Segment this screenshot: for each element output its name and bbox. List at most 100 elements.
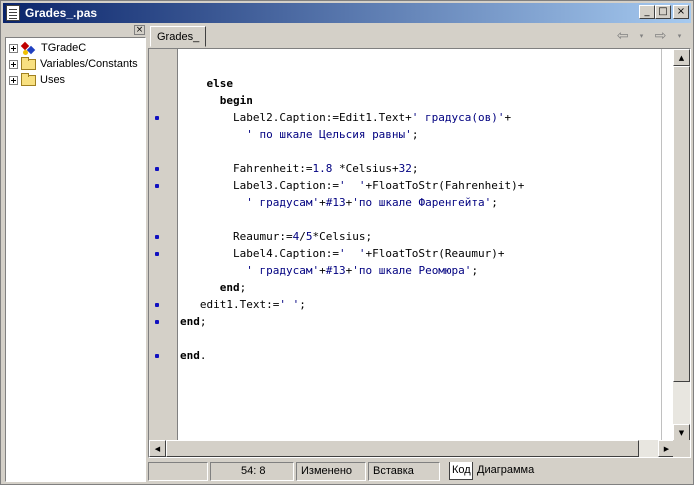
class-icon: [20, 41, 37, 55]
forward-arrow-icon[interactable]: ⇨: [655, 28, 667, 44]
tab-grades[interactable]: Grades_: [150, 26, 206, 47]
expand-icon[interactable]: [9, 43, 18, 53]
breakpoint-dot-icon[interactable]: [155, 235, 159, 239]
code-keyword: end: [180, 349, 200, 362]
cursor-position: 54: 8: [210, 462, 294, 481]
editor-tab-bar: Grades_ ⇦ ▾ ⇨ ▾: [148, 25, 691, 47]
code-explorer-tree[interactable]: TGradeC Variables/Constants Uses: [5, 37, 146, 482]
code-token: ;: [239, 281, 247, 294]
tree-item-uses[interactable]: Uses: [6, 72, 145, 88]
code-line: Fahrenheit:=1.8 *Celsius+32;: [180, 160, 418, 177]
window-controls: _ □ ×: [639, 5, 689, 19]
code-number: 32: [398, 162, 412, 175]
breakpoint-dot-icon[interactable]: [155, 320, 159, 324]
editor-window: Grades_.pas _ □ × × TGradeC Variables/Co…: [0, 0, 694, 485]
code-token: +: [319, 264, 326, 277]
horizontal-scrollbar[interactable]: ◀ ▶: [149, 440, 675, 457]
code-explorer-close-button[interactable]: ×: [134, 25, 145, 35]
code-string: ' градуса(ов)': [411, 111, 505, 124]
code-token: +FloatToStr(Reaumur)+: [365, 247, 505, 260]
code-keyword: end: [180, 315, 200, 328]
code-line: ' градусам'+#13+'по шкале Реомюра';: [180, 262, 478, 279]
chevron-down-icon[interactable]: ▾: [678, 32, 682, 40]
scroll-up-button[interactable]: ▲: [673, 49, 690, 66]
code-token: +FloatToStr(Fahrenheit)+: [365, 179, 525, 192]
right-margin-line: [661, 49, 662, 441]
code-line: end;: [180, 313, 207, 330]
breakpoint-dot-icon[interactable]: [155, 167, 159, 171]
breakpoint-dot-icon[interactable]: [155, 116, 159, 120]
folder-icon: [21, 56, 36, 70]
code-line: else: [180, 75, 234, 92]
status-panel-empty: [148, 462, 208, 481]
code-string: ' по шкале Цельсия равны': [246, 128, 412, 141]
status-bar: 54: 8 Изменено Вставка Код Диаграмма: [148, 460, 691, 482]
code-line: end.: [180, 347, 207, 364]
code-line: Label4.Caption:=' '+FloatToStr(Reaumur)+: [180, 245, 505, 262]
code-token: +: [319, 196, 326, 209]
code-token: ;: [491, 196, 498, 209]
code-editor[interactable]: else begin Label2.Caption:=Edit1.Text+' …: [148, 48, 691, 458]
code-string: ' ': [338, 179, 366, 192]
code-string: ' ': [338, 247, 366, 260]
code-string: #13: [325, 196, 346, 209]
code-line: end;: [180, 279, 247, 296]
navigation-buttons: ⇦ ▾ ⇨ ▾: [611, 27, 687, 45]
code-string: ' градусам': [246, 264, 320, 277]
maximize-button[interactable]: □: [655, 5, 671, 19]
scroll-down-button[interactable]: ▼: [673, 424, 690, 441]
code-line: edit1.Text:=' ';: [180, 296, 306, 313]
breakpoint-dot-icon[interactable]: [155, 354, 159, 358]
code-text-area[interactable]: else begin Label2.Caption:=Edit1.Text+' …: [178, 49, 673, 441]
code-token: Reaumur:=: [232, 230, 293, 243]
close-button[interactable]: ×: [673, 5, 689, 19]
code-line: Reaumur:=4/5*Celsius;: [180, 228, 372, 245]
code-keyword: end: [219, 281, 240, 294]
code-token: Fahrenheit:=: [232, 162, 313, 175]
code-line: begin: [180, 92, 253, 109]
breakpoint-dot-icon[interactable]: [155, 184, 159, 188]
code-string: ' градусам': [246, 196, 320, 209]
code-line: Label3.Caption:=' '+FloatToStr(Fahrenhei…: [180, 177, 524, 194]
horizontal-scroll-thumb[interactable]: [166, 440, 639, 457]
editor-gutter[interactable]: [149, 49, 178, 441]
breakpoint-dot-icon[interactable]: [155, 303, 159, 307]
code-line: Label2.Caption:=Edit1.Text+' градуса(ов)…: [180, 109, 511, 126]
tab-diagram[interactable]: Диаграмма: [477, 462, 547, 480]
chevron-down-icon[interactable]: ▾: [640, 32, 644, 40]
code-token: ;: [299, 298, 306, 311]
tree-item-tgradec[interactable]: TGradeC: [6, 40, 145, 56]
vertical-scroll-thumb[interactable]: [673, 66, 690, 382]
expand-icon[interactable]: [9, 59, 18, 69]
minimize-button[interactable]: _: [639, 5, 655, 19]
tree-item-variables-constants[interactable]: Variables/Constants: [6, 56, 145, 72]
back-arrow-icon[interactable]: ⇦: [617, 28, 629, 44]
scrollbar-corner: [673, 440, 690, 457]
code-token: ;: [471, 264, 479, 277]
breakpoint-dot-icon[interactable]: [155, 252, 159, 256]
code-token: .: [199, 349, 207, 362]
scroll-left-button[interactable]: ◀: [149, 440, 166, 457]
title-bar[interactable]: Grades_.pas _ □ ×: [3, 3, 691, 23]
code-string: 'по шкале Фаренгейта': [352, 196, 492, 209]
tab-code[interactable]: Код: [449, 462, 473, 480]
code-line: ' по шкале Цельсия равны';: [180, 126, 418, 143]
window-title: Grades_.pas: [25, 6, 98, 20]
code-token: ;: [199, 315, 207, 328]
code-explorer: × TGradeC Variables/Constants Uses: [5, 25, 146, 482]
code-token: *Celsius;: [312, 230, 373, 243]
code-line: ' градусам'+#13+'по шкале Фаренгейта';: [180, 194, 498, 211]
expand-icon[interactable]: [9, 75, 18, 85]
folder-icon: [21, 72, 36, 86]
vertical-scrollbar[interactable]: ▲ ▼: [673, 49, 690, 441]
